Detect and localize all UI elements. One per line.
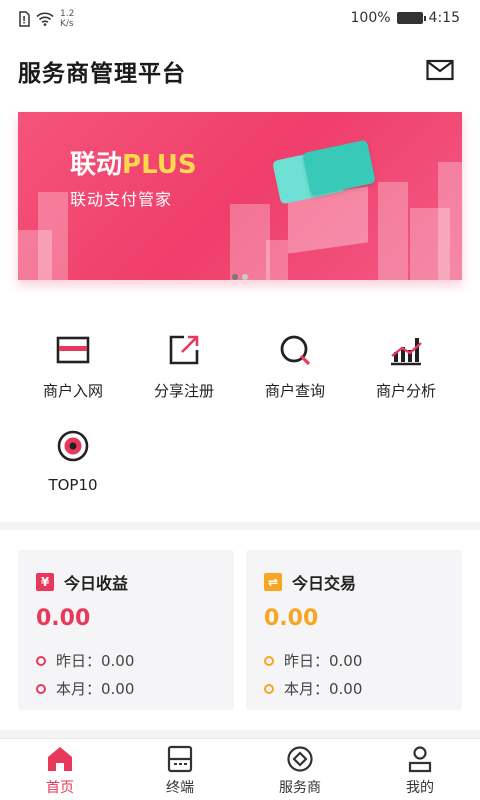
network-speed: 1.2 K/s <box>60 9 74 29</box>
tab-label: 首页 <box>46 780 74 796</box>
network-speed-value: 1.2 <box>60 9 75 19</box>
tab-terminal[interactable]: 终端 <box>120 745 240 797</box>
trade-yesterday: 昨日：0.00 <box>284 652 363 670</box>
tab-label: 终端 <box>166 780 194 796</box>
tab-label: 我的 <box>406 780 434 796</box>
trade-month: 本月：0.00 <box>284 680 363 698</box>
target-icon <box>57 430 89 462</box>
banner-subtitle: 联动支付管家 <box>70 190 173 209</box>
sim-icon <box>19 11 30 27</box>
menu-item-label: TOP10 <box>48 476 98 494</box>
menu-item-share-register[interactable]: 分享注册 <box>129 332 239 401</box>
income-month: 本月：0.00 <box>56 680 135 698</box>
income-yesterday-row: 昨日：0.00 <box>36 650 134 671</box>
status-right: 100% 4:15 <box>351 10 460 26</box>
trade-card[interactable]: ⇌ 今日交易 0.00 昨日：0.00 本月：0.00 <box>246 550 462 710</box>
exchange-icon: ⇌ <box>264 573 282 591</box>
analysis-icon <box>391 338 422 366</box>
page-title: 服务商管理平台 <box>18 61 186 87</box>
status-bar: 1.2 K/s 100% 4:15 <box>0 0 480 40</box>
income-card[interactable]: ¥ 今日收益 0.00 昨日：0.00 本月：0.00 <box>18 550 234 710</box>
banner-building <box>378 182 408 280</box>
clock: 4:15 <box>428 10 460 26</box>
income-card-title: 今日收益 <box>64 574 129 593</box>
tab-profile[interactable]: 我的 <box>360 745 480 797</box>
share-icon <box>169 335 199 365</box>
card-icon <box>56 336 90 364</box>
network-speed-unit: K/s <box>60 19 74 29</box>
bullet-ring-icon <box>264 655 274 666</box>
battery-icon <box>396 12 426 24</box>
menu-item-merchant-onboard[interactable]: 商户入网 <box>18 332 128 401</box>
trade-today-value: 0.00 <box>264 606 319 631</box>
wifi-icon <box>36 12 54 26</box>
income-yesterday: 昨日：0.00 <box>56 652 135 670</box>
banner-section: 联动PLUS 联动支付管家 <box>0 102 480 292</box>
trade-month-row: 本月：0.00 <box>264 678 362 699</box>
menu-item-label: 商户查询 <box>264 382 325 400</box>
trade-card-title: 今日交易 <box>292 574 357 593</box>
query-icon <box>280 335 311 366</box>
income-today-value: 0.00 <box>36 606 91 631</box>
terminal-icon <box>167 745 193 773</box>
trade-yesterday-row: 昨日：0.00 <box>264 650 362 671</box>
trade-card-header: ⇌ 今日交易 <box>264 570 356 594</box>
menu-item-label: 分享注册 <box>153 382 214 400</box>
banner-title-main: 联动 <box>70 150 123 180</box>
feature-menu: 商户入网 分享注册 商户查询 商户分析 TOP10 <box>0 292 480 522</box>
profile-icon <box>408 746 432 773</box>
carousel-indicator <box>232 274 248 280</box>
banner-title: 联动PLUS <box>70 144 197 181</box>
tab-provider[interactable]: 服务商 <box>240 745 360 797</box>
income-month-row: 本月：0.00 <box>36 678 134 699</box>
promo-banner[interactable]: 联动PLUS 联动支付管家 <box>18 112 462 280</box>
tab-label: 服务商 <box>279 780 321 796</box>
mail-icon[interactable] <box>426 58 454 82</box>
stats-section: ¥ 今日收益 0.00 昨日：0.00 本月：0.00 ⇌ 今日交易 0.00 … <box>0 530 480 730</box>
home-icon <box>48 747 72 771</box>
yuan-icon: ¥ <box>36 573 54 591</box>
tab-home[interactable]: 首页 <box>0 745 120 797</box>
banner-building <box>38 192 68 280</box>
banner-title-accent: PLUS <box>122 150 197 180</box>
carousel-dot-active[interactable] <box>232 274 238 280</box>
menu-item-top10[interactable]: TOP10 <box>18 428 128 494</box>
banner-building <box>266 240 288 280</box>
bullet-ring-icon <box>36 683 46 694</box>
banner-building <box>230 204 270 280</box>
menu-item-merchant-query[interactable]: 商户查询 <box>240 332 350 401</box>
menu-item-label: 商户分析 <box>375 382 436 400</box>
app-header: 服务商管理平台 <box>0 40 480 102</box>
menu-item-merchant-analysis[interactable]: 商户分析 <box>351 332 461 401</box>
bottom-tab-bar: 首页 终端 服务商 我的 <box>0 738 480 800</box>
bullet-ring-icon <box>264 683 274 694</box>
status-left: 1.2 K/s <box>18 9 74 29</box>
menu-item-label: 商户入网 <box>42 382 103 400</box>
banner-building <box>438 162 462 280</box>
bullet-ring-icon <box>36 655 46 666</box>
carousel-dot[interactable] <box>242 274 248 280</box>
battery-percent: 100% <box>350 10 391 26</box>
provider-icon <box>287 746 313 772</box>
income-card-header: ¥ 今日收益 <box>36 570 128 594</box>
